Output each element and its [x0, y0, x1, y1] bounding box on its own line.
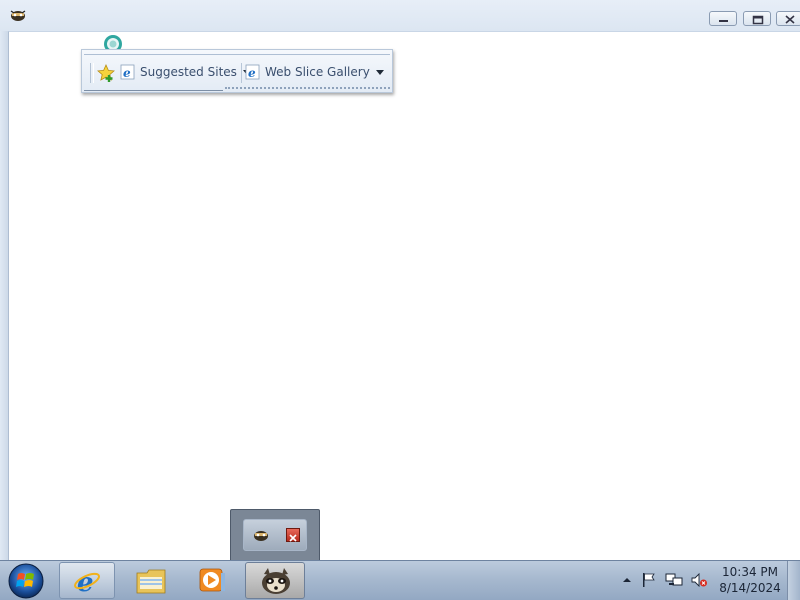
web-slice-gallery-label: Web Slice Gallery — [265, 65, 370, 79]
show-desktop-button[interactable] — [787, 561, 800, 600]
window-frame — [0, 31, 8, 560]
app-icon — [254, 531, 268, 541]
svg-text:e: e — [77, 568, 94, 596]
suggested-sites-button[interactable]: e Suggested Sites — [120, 61, 251, 83]
taskbar-active-app[interactable] — [245, 562, 305, 599]
add-favorite-icon[interactable] — [95, 63, 117, 83]
start-button[interactable] — [4, 562, 48, 600]
volume-muted-icon[interactable] — [690, 572, 708, 588]
close-button[interactable] — [776, 11, 800, 26]
ie-icon: e — [120, 64, 135, 80]
minimize-icon — [719, 20, 728, 22]
toolbar-border — [84, 54, 390, 55]
network-icon[interactable] — [665, 572, 683, 588]
maximize-icon — [752, 15, 764, 25]
action-center-flag-icon[interactable] — [641, 572, 657, 588]
app-icon — [10, 10, 26, 21]
favorites-toolbar: e Suggested Sites e Web Slice Gallery — [81, 49, 393, 93]
taskbar-media-player[interactable] — [183, 562, 241, 599]
clock-time: 10:34 PM — [722, 565, 778, 579]
taskbar-clock[interactable]: 10:34 PM 8/14/2024 — [715, 564, 785, 596]
suggested-sites-label: Suggested Sites — [140, 65, 237, 79]
raccoon-app-icon — [262, 568, 290, 594]
ie-icon: e — [245, 64, 260, 80]
client-area[interactable] — [8, 31, 800, 560]
clock-date: 8/14/2024 — [719, 581, 781, 595]
taskbar-thumbnail-popup[interactable] — [230, 509, 320, 563]
toolbar-dotted-border — [225, 87, 390, 91]
close-icon — [785, 15, 795, 24]
media-player-icon — [199, 568, 225, 592]
chevron-down-icon — [375, 69, 384, 75]
taskbar: e 10:34 PM 8/14/2024 — [0, 560, 800, 600]
system-tray — [615, 561, 715, 599]
toolbar-bottom-border — [84, 90, 223, 91]
show-hidden-icons-icon[interactable] — [622, 575, 632, 585]
toolbar-separator — [241, 63, 242, 83]
maximize-button[interactable] — [743, 11, 771, 26]
internet-explorer-icon: e — [74, 568, 100, 596]
windows-logo-icon — [17, 573, 25, 580]
thumbnail-preview[interactable] — [243, 519, 307, 551]
minimize-button[interactable] — [709, 11, 737, 26]
taskbar-windows-explorer[interactable] — [121, 562, 181, 599]
svg-text:e: e — [248, 66, 256, 80]
close-icon — [289, 534, 297, 542]
folder-icon — [136, 569, 166, 594]
web-slice-gallery-button[interactable]: e Web Slice Gallery — [245, 61, 384, 83]
svg-text:e: e — [123, 66, 131, 80]
taskbar-internet-explorer[interactable]: e — [59, 562, 115, 599]
thumbnail-close-button[interactable] — [286, 528, 300, 542]
title-bar[interactable] — [0, 0, 800, 31]
toolbar-grip[interactable] — [90, 63, 94, 83]
